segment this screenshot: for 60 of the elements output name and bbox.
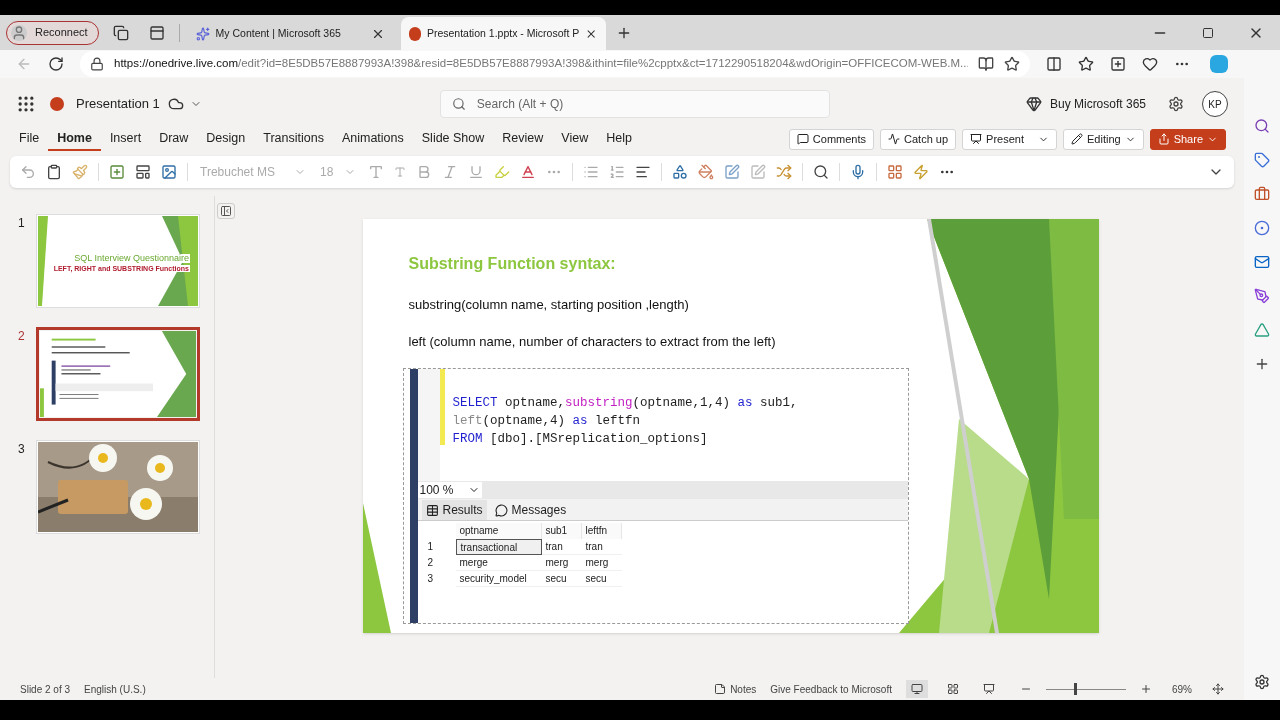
ribbon-tab[interactable]: Help <box>597 127 641 151</box>
table-cell: tran <box>541 539 582 555</box>
slide-title: Substring Function syntax: <box>408 254 617 274</box>
ribbon-tab[interactable]: Transitions <box>254 127 333 151</box>
document-title[interactable]: Presentation 1 <box>76 94 160 114</box>
action-button[interactable]: Catch up <box>880 128 957 150</box>
table-cell: merg <box>541 555 582 571</box>
results-tab[interactable]: Results <box>421 500 487 520</box>
buy-link[interactable]: Buy Microsoft 365 <box>1049 95 1146 113</box>
ribbon-tab[interactable]: File <box>10 127 49 151</box>
address-field[interactable]: https://onedrive.live.com/edit?id=8E5DB57E8887993A!398&resid=8E5DB57E8887993A!398&ithint=file%2cpptx&ct=1712290518204&wdOrigin=OFFICECOM-WEB.M... <box>80 51 1030 77</box>
ribbon-tab[interactable]: Home <box>48 127 101 151</box>
action-button[interactable]: Share <box>1149 128 1226 150</box>
table-cell: tran <box>581 539 622 555</box>
action-button[interactable]: Comments <box>788 128 875 150</box>
ribbon-tab[interactable]: Design <box>197 127 255 151</box>
column-header: leftfn <box>581 523 622 539</box>
language[interactable]: English (U.S.) <box>84 681 146 697</box>
results-tab[interactable]: Messages <box>490 500 571 520</box>
avatar[interactable]: KP <box>1202 91 1228 117</box>
tab-title: Presentation 1.pptx - Microsoft P <box>426 25 580 41</box>
slide-count: Slide 2 of 3 <box>20 682 71 697</box>
url-text: https://onedrive.live.com/edit?id=8E5DB57E8887993A!398&resid=8E5DB57E8887993A!398&ithint=file%2cpptx&ct=1712290518204&wdOrigin=OFFICECOM-WEB.M... <box>114 56 968 72</box>
ribbon-tab[interactable]: Slide Show <box>412 127 494 151</box>
slide-number: 3 <box>18 441 24 458</box>
row-number: 3 <box>426 572 435 586</box>
reconnect-button[interactable]: Reconnect <box>6 20 99 45</box>
column-header: sub1 <box>541 523 582 539</box>
table-cell: merge <box>455 555 542 571</box>
row-number: 1 <box>426 540 435 554</box>
table-cell: transactional <box>455 539 542 555</box>
action-button[interactable]: Present <box>962 128 1057 150</box>
table-cell: security_model <box>455 571 542 587</box>
search-field[interactable]: Search (Alt + Q) <box>439 90 830 118</box>
table-cell: merg <box>581 555 622 571</box>
browser-tab[interactable]: Presentation 1.pptx - Microsoft P <box>400 17 606 50</box>
ribbon-tab[interactable]: Insert <box>100 127 151 151</box>
row-number: 2 <box>426 556 435 570</box>
slide-text: left (column name, number of characters to extract from the left) <box>408 332 777 351</box>
slide-number: 1 <box>18 215 24 232</box>
column-header: optname <box>455 523 542 539</box>
ribbon-tab[interactable]: Draw <box>150 127 198 151</box>
slide-number: 2 <box>18 328 24 345</box>
tab-title: My Content | Microsoft 365 <box>215 25 342 41</box>
browser-tab[interactable]: My Content | Microsoft 365 <box>187 17 393 50</box>
notes-button[interactable]: Notes <box>714 681 757 697</box>
ribbon-tab[interactable]: Animations <box>332 127 413 151</box>
ribbon-tab[interactable]: View <box>552 127 598 151</box>
thumbnail-title: SQL Interview Questionnaire <box>73 254 190 263</box>
code-line: left(optname,4) as leftfn <box>452 413 642 430</box>
ribbon-tab[interactable]: Review <box>493 127 553 151</box>
action-button[interactable]: Editing <box>1063 128 1144 150</box>
table-cell: secu <box>541 571 582 587</box>
slide-text: substring(column name, starting position ,length) <box>408 296 690 314</box>
feedback-link[interactable]: Give Feedback to Microsoft <box>770 681 892 697</box>
zoom-dropdown[interactable]: 100 % <box>417 482 482 498</box>
table-cell: secu <box>581 571 622 587</box>
code-line: SELECT optname,substring(optname,1,4) as sub1, <box>452 395 798 412</box>
code-line: FROM [dbo].[MSreplication_options] <box>452 431 709 448</box>
zoom-level[interactable]: 69% <box>1172 681 1192 697</box>
